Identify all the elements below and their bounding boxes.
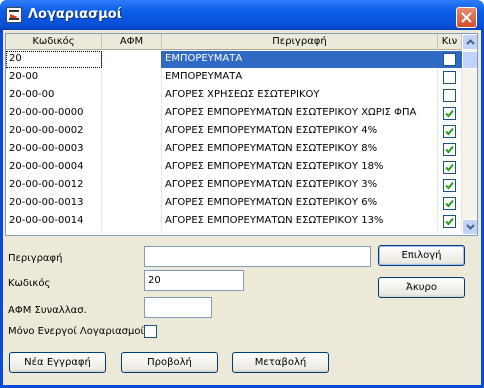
active-checkbox[interactable] <box>443 107 456 120</box>
afm-cell <box>102 141 162 158</box>
active-checkbox[interactable] <box>443 143 456 156</box>
table-row[interactable]: 20-00-00-0003 ΑΓΟΡΕΣ ΕΜΠΟΡΕΥΜΑΤΩΝ ΕΣΩΤΕΡΙ… <box>6 141 462 158</box>
column-header-code[interactable]: Κωδικός <box>6 34 102 50</box>
afm-cell <box>102 105 162 122</box>
code-field[interactable]: 20 <box>144 270 244 291</box>
close-icon <box>461 12 472 23</box>
dialog-window: Λογαριασμοί Κωδικός ΑΦΜ Περιγραφή Κιν 20… <box>0 0 484 388</box>
active-checkbox[interactable] <box>443 179 456 192</box>
app-icon <box>6 7 22 23</box>
active-only-checkbox[interactable] <box>144 325 157 338</box>
checkmark-icon <box>445 199 454 208</box>
title-bar[interactable]: Λογαριασμοί <box>0 0 484 30</box>
code-cell: 20-00-00-0003 <box>6 141 102 158</box>
table-row[interactable]: 20-00-00-0004 ΑΓΟΡΕΣ ΕΜΠΟΡΕΥΜΑΤΩΝ ΕΣΩΤΕΡΙ… <box>6 159 462 176</box>
code-cell: 20-00-00-0012 <box>6 177 102 194</box>
chevron-up-icon <box>466 39 475 45</box>
active-cell <box>438 51 462 68</box>
code-cell: 20-00 <box>6 69 102 86</box>
active-checkbox[interactable] <box>443 125 456 138</box>
description-cell: ΑΓΟΡΕΣ ΕΜΠΟΡΕΥΜΑΤΩΝ ΕΣΩΤΕΡΙΚΟΥ 8% <box>162 141 438 158</box>
afm-cell <box>102 123 162 140</box>
table-row[interactable]: 20-00-00 ΑΓΟΡΕΣ ΧΡΗΣΕΩΣ ΕΣΩΤΕΡΙΚΟΥ <box>6 87 462 104</box>
description-cell: ΑΓΟΡΕΣ ΕΜΠΟΡΕΥΜΑΤΩΝ ΕΣΩΤΕΡΙΚΟΥ 3% <box>162 177 438 194</box>
afm-cell <box>102 69 162 86</box>
code-cell: 20-00-00-0000 <box>6 105 102 122</box>
description-cell: ΕΜΠΟΡΕΥΜΑΤΑ <box>162 51 438 68</box>
select-button[interactable]: Επιλογή <box>378 245 465 266</box>
active-cell <box>438 213 462 230</box>
afm-cell <box>102 159 162 176</box>
afm-cell <box>102 213 162 230</box>
description-cell: ΑΓΟΡΕΣ ΧΡΗΣΕΩΣ ΕΣΩΤΕΡΙΚΟΥ <box>162 87 438 104</box>
scroll-thumb[interactable] <box>462 51 477 69</box>
code-cell: 20-00-00-0013 <box>6 195 102 212</box>
active-checkbox[interactable] <box>443 197 456 210</box>
checkmark-icon <box>445 181 454 190</box>
table-row[interactable]: 20 ΕΜΠΟΡΕΥΜΑΤΑ <box>6 51 462 68</box>
table-row[interactable]: 20-00-00-0000 ΑΓΟΡΕΣ ΕΜΠΟΡΕΥΜΑΤΩΝ ΕΣΩΤΕΡΙ… <box>6 105 462 122</box>
active-cell <box>438 141 462 158</box>
afm-field[interactable] <box>144 297 212 318</box>
active-cell <box>438 105 462 122</box>
scroll-up-button[interactable] <box>462 34 477 50</box>
column-header-description[interactable]: Περιγραφή <box>162 34 438 50</box>
description-label: Περιγραφή <box>8 253 63 264</box>
description-cell: ΑΓΟΡΕΣ ΕΜΠΟΡΕΥΜΑΤΩΝ ΕΣΩΤΕΡΙΚΟΥ 6% <box>162 195 438 212</box>
description-cell: ΑΓΟΡΕΣ ΕΜΠΟΡΕΥΜΑΤΩΝ ΕΣΩΤΕΡΙΚΟΥ 4% <box>162 123 438 140</box>
checkmark-icon <box>445 109 454 118</box>
code-cell: 20 <box>6 51 102 68</box>
window-title: Λογαριασμοί <box>28 7 122 22</box>
checkmark-icon <box>445 217 454 226</box>
chevron-down-icon <box>466 224 475 230</box>
description-cell: ΑΓΟΡΕΣ ΕΜΠΟΡΕΥΜΑΤΩΝ ΕΣΩΤΕΡΙΚΟΥ 18% <box>162 159 438 176</box>
table-row[interactable]: 20-00-00-0002 ΑΓΟΡΕΣ ΕΜΠΟΡΕΥΜΑΤΩΝ ΕΣΩΤΕΡΙ… <box>6 123 462 140</box>
description-cell: ΑΓΟΡΕΣ ΕΜΠΟΡΕΥΜΑΤΩΝ ΕΣΩΤΕΡΙΚΟΥ 13% <box>162 213 438 230</box>
column-header-active[interactable]: Κιν <box>438 34 462 50</box>
description-cell: ΑΓΟΡΕΣ ΕΜΠΟΡΕΥΜΑΤΩΝ ΕΣΩΤΕΡΙΚΟΥ ΧΩΡΙΣ ΦΠΑ <box>162 105 438 122</box>
active-checkbox[interactable] <box>443 71 456 84</box>
cancel-button[interactable]: Άκυρο <box>378 277 465 298</box>
code-cell: 20-00-00-0004 <box>6 159 102 176</box>
code-label: Κωδικός <box>8 278 51 289</box>
active-cell <box>438 159 462 176</box>
checkmark-icon <box>445 127 454 136</box>
table-row[interactable]: 20-00 ΕΜΠΟΡΕΥΜΑΤΑ <box>6 69 462 86</box>
afm-label: ΑΦΜ Συναλλασ. <box>8 305 87 316</box>
active-cell <box>438 69 462 86</box>
table-row[interactable]: 20-00-00-0014 ΑΓΟΡΕΣ ΕΜΠΟΡΕΥΜΑΤΩΝ ΕΣΩΤΕΡΙ… <box>6 213 462 230</box>
code-cell: 20-00-00-0002 <box>6 123 102 140</box>
active-checkbox[interactable] <box>443 215 456 228</box>
code-cell: 20-00-00 <box>6 87 102 104</box>
active-cell <box>438 177 462 194</box>
new-entry-button[interactable]: Νέα Εγγραφή <box>9 352 106 373</box>
active-checkbox[interactable] <box>443 161 456 174</box>
afm-cell <box>102 51 162 68</box>
active-checkbox[interactable] <box>443 89 456 102</box>
column-header-afm[interactable]: ΑΦΜ <box>102 34 162 50</box>
checkmark-icon <box>445 145 454 154</box>
active-cell <box>438 123 462 140</box>
afm-cell <box>102 177 162 194</box>
description-cell: ΕΜΠΟΡΕΥΜΑΤΑ <box>162 69 438 86</box>
view-button[interactable]: Προβολή <box>121 352 218 373</box>
vertical-scrollbar[interactable] <box>462 34 477 235</box>
dialog-body: Κωδικός ΑΦΜ Περιγραφή Κιν 20 ΕΜΠΟΡΕΥΜΑΤΑ 2… <box>3 30 481 385</box>
grid-header: Κωδικός ΑΦΜ Περιγραφή Κιν <box>6 34 462 50</box>
afm-cell <box>102 87 162 104</box>
edit-button[interactable]: Μεταβολή <box>232 352 329 373</box>
accounts-grid[interactable]: Κωδικός ΑΦΜ Περιγραφή Κιν 20 ΕΜΠΟΡΕΥΜΑΤΑ 2… <box>5 33 478 236</box>
active-checkbox[interactable] <box>443 53 456 66</box>
scroll-down-button[interactable] <box>462 219 477 235</box>
code-cell: 20-00-00-0014 <box>6 213 102 230</box>
checkmark-icon <box>445 163 454 172</box>
afm-cell <box>102 195 162 212</box>
active-cell <box>438 87 462 104</box>
table-row[interactable]: 20-00-00-0012 ΑΓΟΡΕΣ ΕΜΠΟΡΕΥΜΑΤΩΝ ΕΣΩΤΕΡΙ… <box>6 177 462 194</box>
active-cell <box>438 195 462 212</box>
active-only-label: Μόνο Ενεργοί Λογαριασμοί <box>8 326 144 337</box>
table-row[interactable]: 20-00-00-0013 ΑΓΟΡΕΣ ΕΜΠΟΡΕΥΜΑΤΩΝ ΕΣΩΤΕΡΙ… <box>6 195 462 212</box>
description-field[interactable] <box>144 246 371 267</box>
close-button[interactable] <box>456 7 477 28</box>
